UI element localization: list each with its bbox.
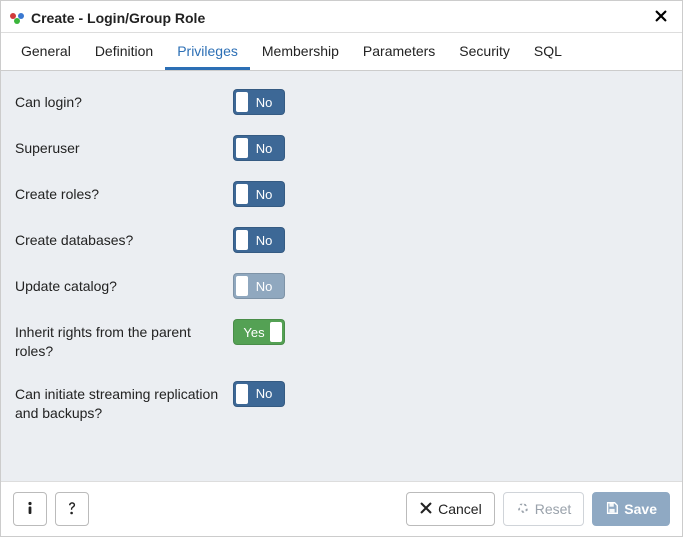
reset-label: Reset: [535, 501, 572, 517]
toggle-value: No: [234, 386, 284, 401]
recycle-icon: [516, 501, 530, 518]
toggle-can-login[interactable]: No: [233, 89, 285, 115]
label-streaming-replication: Can initiate streaming replication and b…: [15, 381, 233, 423]
toggle-value: No: [234, 279, 284, 294]
info-icon: [22, 500, 38, 519]
toggle-value: No: [234, 187, 284, 202]
tab-parameters[interactable]: Parameters: [351, 33, 447, 70]
toggle-update-catalog: No: [233, 273, 285, 299]
dialog-title: Create - Login/Group Role: [31, 10, 650, 26]
tab-security[interactable]: Security: [447, 33, 522, 70]
info-button[interactable]: [13, 492, 47, 526]
tab-membership[interactable]: Membership: [250, 33, 351, 70]
role-icon: [9, 10, 25, 26]
row-inherit-rights: Inherit rights from the parent roles? Ye…: [15, 309, 668, 371]
toggle-inherit-rights[interactable]: Yes: [233, 319, 285, 345]
tab-bar: General Definition Privileges Membership…: [1, 33, 682, 71]
row-streaming-replication: Can initiate streaming replication and b…: [15, 371, 668, 433]
row-create-databases: Create databases? No: [15, 217, 668, 263]
tab-privileges[interactable]: Privileges: [165, 33, 250, 70]
dialog-titlebar: Create - Login/Group Role: [1, 1, 682, 33]
label-inherit-rights: Inherit rights from the parent roles?: [15, 319, 233, 361]
label-can-login: Can login?: [15, 89, 233, 112]
cancel-label: Cancel: [438, 501, 482, 517]
row-superuser: Superuser No: [15, 125, 668, 171]
label-create-databases: Create databases?: [15, 227, 233, 250]
question-icon: [64, 500, 80, 519]
save-label: Save: [624, 501, 657, 517]
toggle-superuser[interactable]: No: [233, 135, 285, 161]
toggle-value: No: [234, 141, 284, 156]
label-update-catalog: Update catalog?: [15, 273, 233, 296]
row-create-roles: Create roles? No: [15, 171, 668, 217]
help-button[interactable]: [55, 492, 89, 526]
row-can-login: Can login? No: [15, 79, 668, 125]
tab-sql[interactable]: SQL: [522, 33, 574, 70]
toggle-streaming-replication[interactable]: No: [233, 381, 285, 407]
cancel-button[interactable]: Cancel: [406, 492, 495, 526]
close-button[interactable]: [650, 7, 672, 28]
toggle-create-databases[interactable]: No: [233, 227, 285, 253]
toggle-value: Yes: [234, 325, 284, 340]
save-button[interactable]: Save: [592, 492, 670, 526]
reset-button[interactable]: Reset: [503, 492, 585, 526]
row-update-catalog: Update catalog? No: [15, 263, 668, 309]
label-create-roles: Create roles?: [15, 181, 233, 204]
toggle-value: No: [234, 95, 284, 110]
toggle-value: No: [234, 233, 284, 248]
tab-definition[interactable]: Definition: [83, 33, 165, 70]
tab-content-privileges: Can login? No Superuser No Create roles?…: [1, 71, 682, 481]
close-icon: [419, 501, 433, 518]
dialog-footer: Cancel Reset Save: [1, 481, 682, 536]
toggle-create-roles[interactable]: No: [233, 181, 285, 207]
label-superuser: Superuser: [15, 135, 233, 158]
tab-general[interactable]: General: [9, 33, 83, 70]
save-icon: [605, 501, 619, 518]
